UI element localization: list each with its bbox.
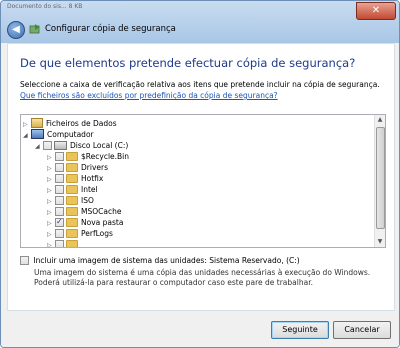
- tree-item-checkbox[interactable]: [55, 216, 64, 227]
- main-content: De que elementos pretende efectuar cópia…: [7, 43, 395, 311]
- background-window-text: Documento do sis... 8 KB: [7, 3, 83, 10]
- tree-item-checkbox[interactable]: [55, 195, 64, 205]
- tree-item-checkbox[interactable]: [55, 151, 64, 161]
- excluded-files-link[interactable]: Que ficheiros são excluídos por predefin…: [20, 91, 278, 100]
- window-title: Configurar cópia de segurança: [45, 24, 176, 34]
- tree-item-label: Nova pasta: [81, 218, 124, 227]
- cancel-button[interactable]: Cancelar: [333, 321, 391, 339]
- system-image-label: Incluir uma imagem de sistema das unidad…: [33, 256, 300, 265]
- system-image-description: Uma imagem do sistema é uma cópia das un…: [34, 268, 371, 287]
- tree-item-checkbox[interactable]: [55, 206, 64, 216]
- tree-item[interactable]: ▷ ISO: [47, 195, 94, 206]
- tree-item[interactable]: ▷ PerfLogs: [47, 228, 113, 239]
- scrollbar-thumb[interactable]: [376, 127, 385, 229]
- tree-item-label: Intel: [81, 185, 98, 194]
- tree-item-label: MSOCache: [81, 207, 122, 216]
- tree-item-checkbox[interactable]: [55, 184, 64, 194]
- tree-scrollbar[interactable]: ▲ ▼: [374, 115, 385, 247]
- tree-item-label: Computador: [47, 130, 94, 139]
- tree-item-label: $Recycle.Bin: [81, 152, 130, 161]
- system-image-option[interactable]: Incluir uma imagem de sistema das unidad…: [20, 255, 300, 266]
- instructions: Seleccione a caixa de verificação relati…: [20, 79, 380, 101]
- page-heading: De que elementos pretende efectuar cópia…: [20, 56, 356, 70]
- folder-icon: [66, 151, 78, 161]
- tree-item[interactable]: ▷ $Recycle.Bin: [47, 151, 129, 162]
- tree-item[interactable]: ▷Nova pasta: [47, 216, 124, 228]
- folder-icon: [66, 206, 78, 216]
- tree-item-checkbox[interactable]: [55, 239, 64, 247]
- folder-icon: [66, 195, 78, 205]
- tree-item-label: ISO: [81, 196, 94, 205]
- computer-icon: [31, 129, 44, 139]
- backup-dialog: Documento do sis... 8 KB ✕ ◀ Configurar …: [0, 0, 400, 348]
- folder-icon: [66, 162, 78, 172]
- tree-item-label: Ficheiros de Dados: [46, 119, 117, 128]
- folder-icon: [66, 173, 78, 183]
- expand-arrow-icon[interactable]: ◢: [23, 130, 31, 141]
- folder-icon: [66, 239, 78, 247]
- scroll-down-icon[interactable]: ▼: [375, 237, 385, 247]
- tree-item[interactable]: ▷ Drivers: [47, 162, 108, 173]
- tree-item-checkbox[interactable]: [43, 140, 52, 150]
- expand-arrow-icon[interactable]: ◢: [35, 141, 43, 152]
- tree-item-label: Disco Local (C:): [70, 141, 129, 150]
- scroll-up-icon[interactable]: ▲: [375, 115, 385, 125]
- back-arrow-icon[interactable]: ◀: [7, 21, 25, 39]
- folder-icon: [66, 228, 78, 238]
- tree-item-checkbox[interactable]: [55, 173, 64, 183]
- folder-icon: [66, 184, 78, 194]
- backup-app-icon: [29, 24, 40, 34]
- expand-arrow-icon[interactable]: ▷: [47, 240, 55, 247]
- tree-item[interactable]: ▷ Intel: [47, 184, 98, 195]
- tree-item[interactable]: ▷: [47, 239, 81, 247]
- tree-item-checkbox[interactable]: [55, 228, 64, 238]
- tree-item-label: Drivers: [81, 163, 108, 172]
- tree-item[interactable]: ◢ Disco Local (C:): [35, 140, 128, 151]
- close-button[interactable]: ✕: [356, 2, 396, 20]
- folder-icon: [66, 217, 78, 227]
- title-bar: Documento do sis... 8 KB ✕ ◀ Configurar …: [1, 1, 399, 43]
- tree-item[interactable]: ▷ Hotfix: [47, 173, 103, 184]
- drive-icon: [54, 140, 67, 150]
- library-icon: [31, 118, 43, 128]
- tree-item[interactable]: ▷ Ficheiros de Dados: [23, 118, 117, 129]
- tree-item-label: PerfLogs: [81, 229, 113, 238]
- tree-item[interactable]: ◢ Computador: [23, 129, 94, 140]
- next-button[interactable]: Seguinte: [271, 321, 329, 339]
- backup-items-tree[interactable]: ▷ Ficheiros de Dados ◢ Computador ◢ Disco Loc…: [20, 114, 386, 248]
- tree-item-label: Hotfix: [81, 174, 104, 183]
- system-image-checkbox[interactable]: [20, 255, 29, 265]
- tree-item-checkbox[interactable]: [55, 162, 64, 172]
- instructions-text: Seleccione a caixa de verificação relati…: [20, 80, 380, 89]
- footer: Seguinte Cancelar: [1, 313, 399, 347]
